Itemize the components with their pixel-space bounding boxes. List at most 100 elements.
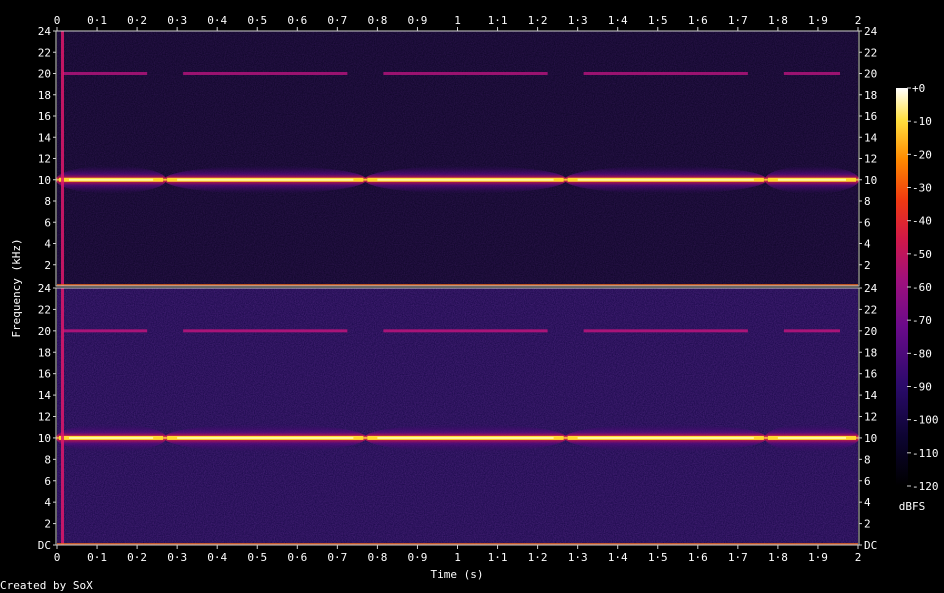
x-tick-label: 1·9: [808, 14, 828, 27]
y-tick-label: 24: [864, 25, 878, 38]
tone-band-peak: [377, 178, 554, 181]
colorbar-tick-label: -70: [912, 314, 932, 327]
x-tick-label: 1·1: [488, 14, 508, 27]
colorbar-tick-label: +0: [912, 82, 925, 95]
harmonic-line: [183, 72, 348, 75]
x-tick-label: 1·8: [768, 14, 788, 27]
x-tick-label: 0·2: [127, 14, 147, 27]
x-tick-label: 0·1: [87, 551, 107, 564]
y-tick-label: 14: [864, 389, 878, 402]
x-tick-label: 1·2: [528, 14, 548, 27]
colorbar-tick-label: -30: [912, 182, 932, 195]
y-tick-label: 10: [38, 432, 51, 445]
x-tick-label: 2: [855, 551, 862, 564]
y-tick-label: 6: [44, 216, 51, 229]
y-tick-label: 18: [38, 89, 51, 102]
y-tick-label: 14: [38, 389, 52, 402]
x-tick-label: 0·4: [207, 551, 227, 564]
x-tick-label: 1·9: [808, 551, 828, 564]
x-axis-label: Time (s): [431, 568, 484, 581]
tone-band-peak: [69, 436, 154, 439]
x-tick-label: 0·3: [167, 14, 187, 27]
harmonic-line: [63, 329, 148, 333]
harmonic-line: [183, 329, 348, 333]
harmonic-line: [583, 72, 748, 75]
x-tick-label: 0·7: [327, 14, 347, 27]
colorbar-tick-label: -90: [912, 381, 932, 394]
y-tick-label: 20: [864, 325, 877, 338]
x-tick-label: 1: [454, 551, 461, 564]
x-tick-label: 1·3: [568, 14, 588, 27]
x-tick-label: 0: [54, 14, 61, 27]
y-tick-label: DC: [864, 539, 877, 552]
colorbar-tick-label: -40: [912, 215, 932, 228]
y-tick-label: 10: [864, 432, 877, 445]
x-tick-label: 1·4: [608, 551, 628, 564]
colorbar-tick-label: -60: [912, 281, 932, 294]
y-tick-label: 18: [864, 346, 877, 359]
x-tick-label: 0·6: [287, 551, 307, 564]
x-tick-label: 0·9: [408, 14, 428, 27]
x-tick-label: 1·7: [728, 14, 748, 27]
y-tick-label: 22: [864, 303, 877, 316]
colorbar-tick-label: -110: [912, 447, 939, 460]
y-tick-label: 14: [864, 131, 878, 144]
colorbar-tick-label: -100: [912, 414, 939, 427]
credit-text: Created by SoX: [0, 579, 93, 592]
tone-band-peak: [777, 436, 846, 439]
harmonic-line: [383, 72, 548, 75]
x-tick-label: 2: [855, 14, 862, 27]
x-tick-label: 1·8: [768, 551, 788, 564]
x-tick-label: 1·5: [648, 14, 668, 27]
y-tick-label: 8: [44, 195, 51, 208]
colorbar-tick-label: -80: [912, 347, 932, 360]
y-tick-label: 8: [44, 453, 51, 466]
x-tick-label: 0·8: [367, 14, 387, 27]
y-tick-label: 16: [38, 110, 51, 123]
x-tick-label: 1·7: [728, 551, 748, 564]
x-tick-label: 1·6: [688, 14, 708, 27]
colorbar-label: dBFS: [899, 500, 926, 513]
x-tick-label: 0·8: [367, 551, 387, 564]
harmonic-line: [383, 329, 548, 333]
x-tick-label: 0·3: [167, 551, 187, 564]
x-tick-label: 0: [54, 551, 61, 564]
y-tick-label: 4: [44, 496, 51, 509]
y-tick-label: 16: [864, 110, 877, 123]
spectrogram-chart: dBFS Time (s) Frequency (kHz) Created by…: [0, 14, 939, 592]
colorbar: [896, 88, 908, 486]
x-tick-label: 0·5: [247, 14, 267, 27]
tone-band-peak: [577, 178, 754, 181]
y-tick-label: 24: [864, 282, 878, 295]
tone-band-peak: [69, 178, 154, 181]
colorbar-tick-label: -120: [912, 480, 939, 493]
x-tick-label: 0·4: [207, 14, 227, 27]
y-tick-label: 8: [864, 195, 871, 208]
y-tick-label: DC: [38, 539, 51, 552]
channel-2-noise: [57, 288, 858, 545]
x-tick-label: 1·2: [528, 551, 548, 564]
y-tick-label: 12: [38, 411, 51, 424]
x-tick-label: 1·3: [568, 551, 588, 564]
y-tick-label: 16: [864, 368, 877, 381]
x-tick-label: 0·7: [327, 551, 347, 564]
y-tick-label: 12: [864, 153, 877, 166]
y-tick-label: 12: [864, 411, 877, 424]
y-tick-label: 2: [864, 259, 871, 272]
y-tick-label: 8: [864, 453, 871, 466]
onset-transient: [61, 31, 64, 286]
colorbar-tick-label: -10: [912, 115, 932, 128]
y-tick-label: 16: [38, 368, 51, 381]
tone-band-peak: [777, 178, 846, 181]
harmonic-line: [63, 72, 148, 75]
y-tick-label: 20: [38, 68, 51, 81]
y-tick-label: 2: [864, 518, 871, 531]
y-tick-label: 6: [44, 475, 51, 488]
harmonic-line: [583, 329, 748, 333]
y-tick-label: 22: [864, 46, 877, 59]
colorbar-tick-label: -20: [912, 148, 932, 161]
y-tick-label: 4: [44, 238, 51, 251]
y-tick-label: 4: [864, 238, 871, 251]
x-tick-label: 1·6: [688, 551, 708, 564]
y-tick-label: 10: [864, 174, 877, 187]
